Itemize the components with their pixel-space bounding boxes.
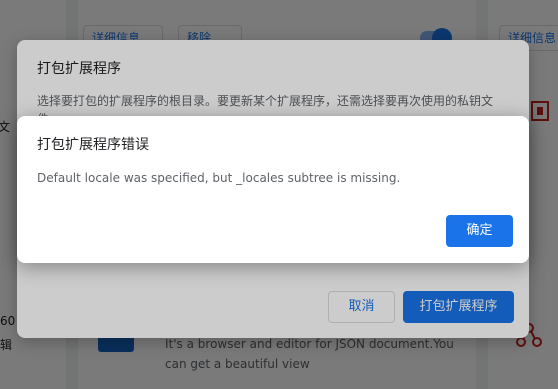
error-message: Default locale was specified, but _local… <box>37 171 401 185</box>
ok-button[interactable]: 确定 <box>446 215 513 247</box>
error-dialog-title: 打包扩展程序错误 <box>37 137 149 153</box>
pack-error-dialog: 打包扩展程序错误 Default locale was specified, b… <box>17 116 529 263</box>
